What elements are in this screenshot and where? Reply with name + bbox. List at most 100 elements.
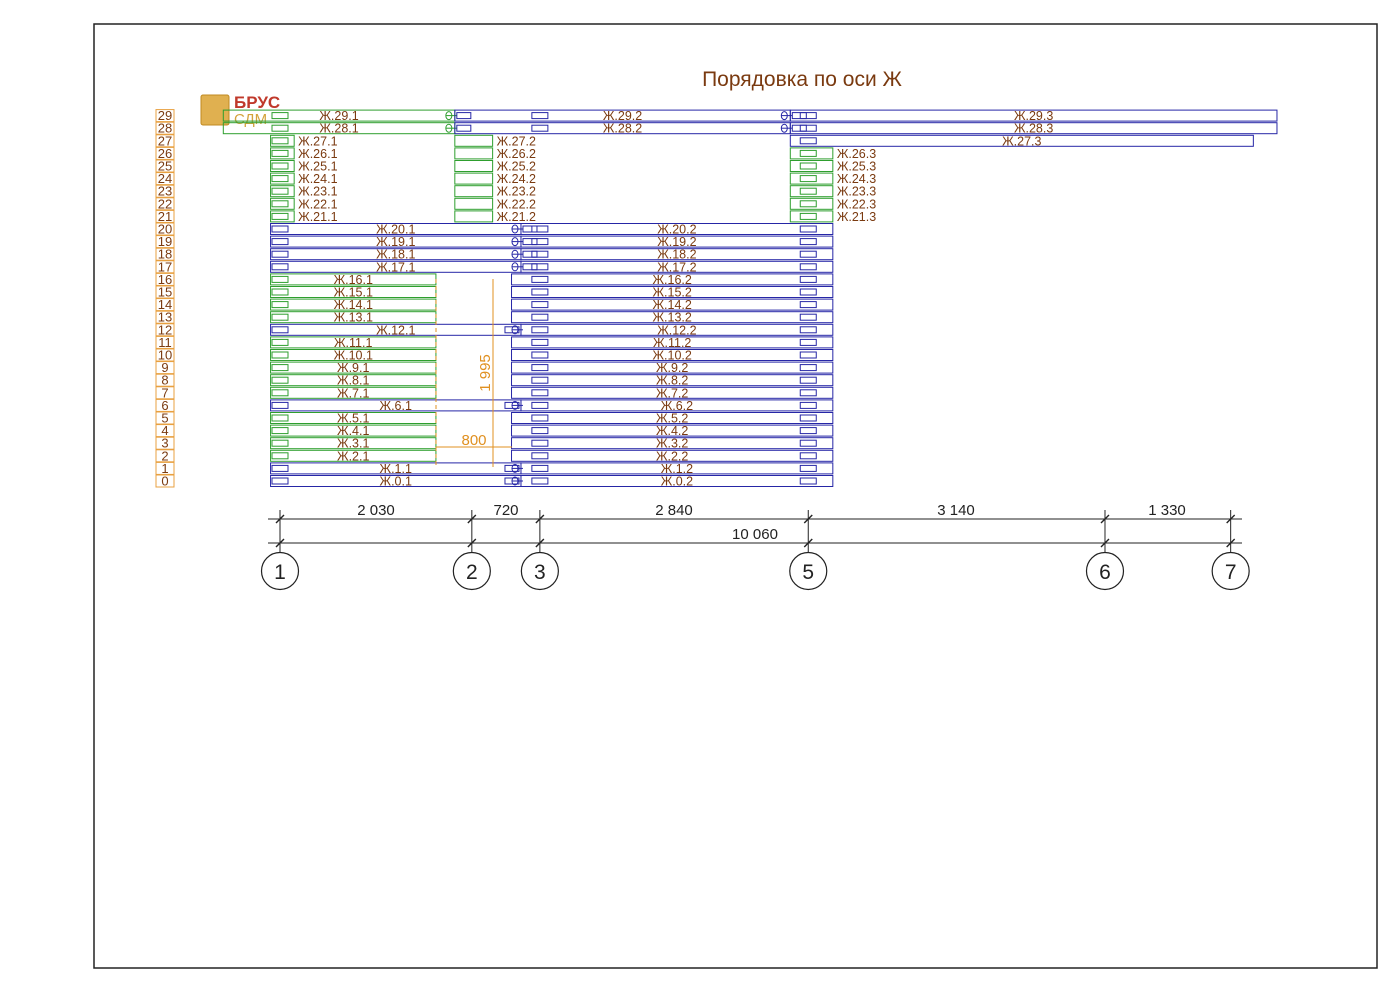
log: Ж.13.2 xyxy=(511,311,834,325)
cup-notch xyxy=(799,250,817,258)
cup-notch xyxy=(531,225,549,233)
cup-notch xyxy=(271,275,289,283)
log-label: Ж.25.1 xyxy=(298,160,337,174)
log-label: Ж.13.1 xyxy=(334,311,373,325)
log-label: Ж.20.2 xyxy=(657,223,696,237)
log: Ж.7.1 xyxy=(270,386,437,400)
log-label: Ж.15.2 xyxy=(653,286,692,300)
cup-notch xyxy=(531,124,549,132)
elevation-drawing: Порядовка по оси Ж БРУС СДМ 0 Ж.0.1 Ж.0.21… xyxy=(93,23,1378,969)
log-label: Ж.8.1 xyxy=(337,374,369,388)
cup-notch xyxy=(799,212,817,220)
dim-segment-3: 2 840 xyxy=(655,502,693,519)
log-label: Ж.16.1 xyxy=(334,273,373,287)
cup-notch xyxy=(531,351,549,359)
log: Ж.21.3 xyxy=(789,210,876,224)
cup-notch xyxy=(799,389,817,397)
row-17: 17 Ж.17.1 Ж.17.2 xyxy=(155,259,834,274)
log: Ж.8.1 xyxy=(270,374,437,388)
cup-notch xyxy=(271,212,289,220)
row-20: 20 Ж.20.1 Ж.20.2 xyxy=(155,222,834,237)
log-label: Ж.7.1 xyxy=(337,386,369,400)
log-label: Ж.9.2 xyxy=(656,361,688,375)
cup-notch xyxy=(522,225,538,233)
log: Ж.12.1 xyxy=(270,323,522,337)
log: Ж.24.1 xyxy=(270,172,338,186)
log: Ж.26.2 xyxy=(454,147,536,161)
cup-notch xyxy=(271,162,289,170)
log-bar xyxy=(454,210,494,223)
cup-notch xyxy=(799,338,817,346)
cup-notch xyxy=(531,263,549,271)
log: Ж.23.3 xyxy=(789,185,876,199)
log: Ж.12.2 xyxy=(511,323,834,337)
log: Ж.22.3 xyxy=(789,197,876,211)
cup-notch xyxy=(531,338,549,346)
log: Ж.29.3 xyxy=(789,109,1278,123)
log: Ж.18.1 xyxy=(270,248,523,262)
log-label: Ж.26.3 xyxy=(837,147,876,161)
log-label: Ж.24.2 xyxy=(497,172,536,186)
log: Ж.27.1 xyxy=(270,134,338,148)
cup-notch xyxy=(522,250,538,258)
cup-notch xyxy=(271,338,289,346)
log-label: Ж.2.1 xyxy=(337,449,369,463)
cup-notch xyxy=(271,225,289,233)
log: Ж.21.1 xyxy=(270,210,338,224)
log: Ж.26.1 xyxy=(270,147,338,161)
log: Ж.22.1 xyxy=(270,197,338,211)
log: Ж.6.2 xyxy=(511,399,834,413)
opening-width-label: 800 xyxy=(461,432,486,449)
log: Ж.9.2 xyxy=(511,361,834,375)
log: Ж.15.2 xyxy=(511,286,834,300)
drawing-title: Порядовка по оси Ж xyxy=(702,68,902,91)
cup-notch xyxy=(799,124,817,132)
log-label: Ж.19.1 xyxy=(376,235,415,249)
log: Ж.16.2 xyxy=(511,273,834,287)
log-bar xyxy=(454,147,494,160)
log-label: Ж.17.2 xyxy=(657,260,696,274)
cup-notch xyxy=(531,326,549,334)
log-label: Ж.23.3 xyxy=(837,185,876,199)
log-label: Ж.26.1 xyxy=(298,147,337,161)
log: Ж.17.1 xyxy=(270,260,523,274)
log: Ж.29.2 xyxy=(454,109,793,123)
log-label: Ж.1.1 xyxy=(380,462,412,476)
row-12: 12 Ж.12.1 Ж.12.2 xyxy=(155,322,834,337)
log: Ж.16.1 xyxy=(270,273,437,287)
log-bar xyxy=(270,210,295,223)
cup-notch xyxy=(271,137,289,145)
row-15: 15 Ж.15.1 Ж.15.2 xyxy=(155,285,834,300)
log-label: Ж.27.2 xyxy=(497,134,536,148)
log-label: Ж.28.1 xyxy=(319,122,358,136)
log-label: Ж.19.2 xyxy=(657,235,696,249)
log-bar xyxy=(270,147,295,160)
cup-notch xyxy=(531,238,549,246)
cup-notch xyxy=(271,439,289,447)
cup-notch xyxy=(271,238,289,246)
log: Ж.3.2 xyxy=(511,437,834,451)
log: Ж.21.2 xyxy=(454,210,536,224)
log: Ж.7.2 xyxy=(511,386,834,400)
cup-notch xyxy=(531,376,549,384)
log-bar xyxy=(270,185,295,198)
cup-notch xyxy=(271,389,289,397)
log-label: Ж.24.1 xyxy=(298,172,337,186)
log-label: Ж.28.3 xyxy=(1014,122,1053,136)
log-label: Ж.27.1 xyxy=(298,134,337,148)
axis-label: 2 xyxy=(466,561,478,584)
log-label: Ж.13.2 xyxy=(653,311,692,325)
log-bar xyxy=(270,160,295,172)
cup-notch xyxy=(456,124,472,132)
cup-notch xyxy=(271,124,289,132)
cup-notch xyxy=(799,326,817,334)
log-bar xyxy=(270,197,295,210)
cup-notch xyxy=(531,401,549,409)
log: Ж.15.1 xyxy=(270,286,437,300)
log: Ж.8.2 xyxy=(511,374,834,388)
log: Ж.11.1 xyxy=(270,336,437,350)
cup-notch xyxy=(271,464,289,472)
row-19: 19 Ж.19.1 Ж.19.2 xyxy=(155,234,834,249)
cup-notch xyxy=(271,452,289,460)
log: Ж.0.2 xyxy=(511,475,834,489)
